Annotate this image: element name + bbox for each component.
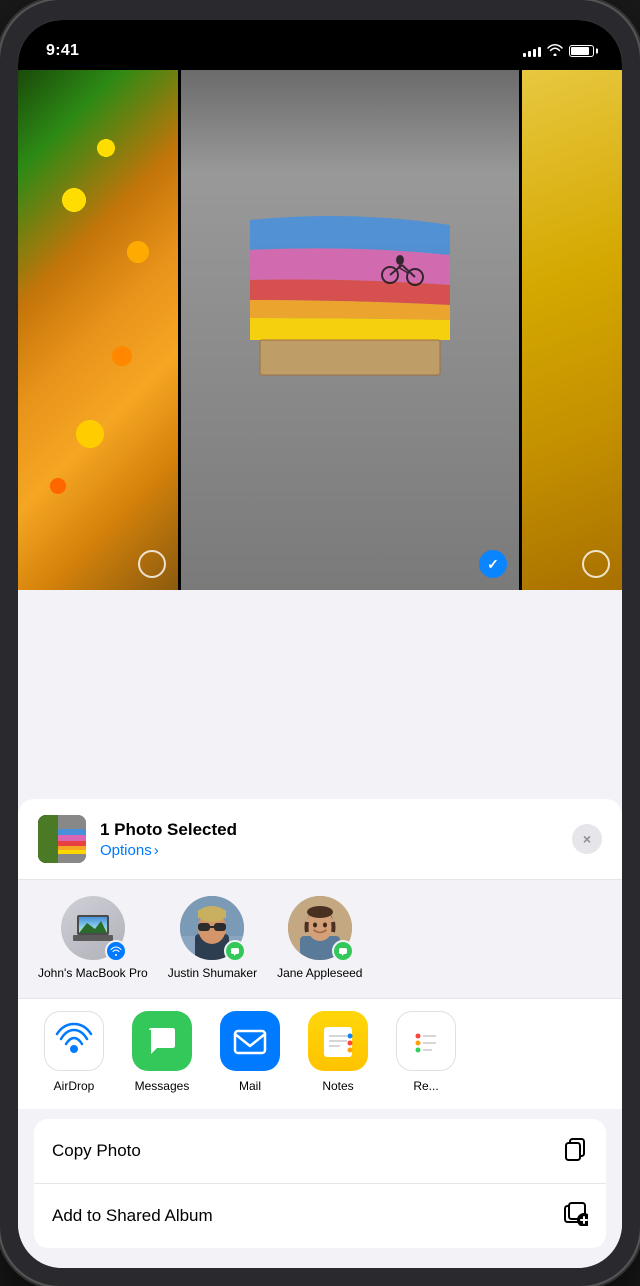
mail-icon bbox=[220, 1011, 280, 1071]
people-row: John's MacBook Pro bbox=[18, 880, 622, 998]
photo-selection-circle-3[interactable] bbox=[582, 550, 610, 578]
battery-icon bbox=[569, 45, 594, 57]
signal-icon bbox=[523, 45, 541, 57]
person-john[interactable]: John's MacBook Pro bbox=[38, 896, 148, 982]
app-label-reminders: Re... bbox=[413, 1079, 438, 1093]
share-header: 1 Photo Selected Options › × bbox=[18, 799, 622, 880]
airdrop-badge bbox=[105, 940, 127, 962]
phone-frame: 9:41 bbox=[0, 0, 640, 1286]
macbook-icon bbox=[73, 913, 113, 943]
person-avatar-john bbox=[61, 896, 125, 960]
add-album-row[interactable]: Add to Shared Album bbox=[34, 1184, 606, 1248]
person-avatar-jane bbox=[288, 896, 352, 960]
photos-row: ✓ bbox=[18, 70, 622, 590]
photo-flowers[interactable] bbox=[18, 70, 178, 590]
checkmark-icon: ✓ bbox=[487, 556, 499, 573]
messages-icon bbox=[132, 1011, 192, 1071]
person-name-jane: Jane Appleseed bbox=[277, 966, 362, 982]
app-notes[interactable]: Notes bbox=[302, 1011, 374, 1093]
phone-screen: 9:41 bbox=[18, 20, 622, 1268]
add-album-icon bbox=[562, 1200, 588, 1232]
airdrop-icon bbox=[44, 1011, 104, 1071]
share-thumbnail bbox=[38, 815, 86, 863]
graffiti-art bbox=[240, 200, 460, 380]
imessage-badge-jane bbox=[332, 940, 354, 962]
wifi-icon bbox=[547, 44, 563, 59]
app-label-mail: Mail bbox=[239, 1079, 261, 1093]
status-icons bbox=[523, 44, 594, 59]
person-justin[interactable]: Justin Shumaker bbox=[168, 896, 257, 982]
app-messages[interactable]: Messages bbox=[126, 1011, 198, 1093]
share-title: 1 Photo Selected bbox=[100, 820, 558, 840]
copy-icon bbox=[562, 1135, 588, 1167]
person-jane[interactable]: Jane Appleseed bbox=[277, 896, 362, 982]
share-sheet: 1 Photo Selected Options › × bbox=[18, 799, 622, 1268]
app-reminders[interactable]: Re... bbox=[390, 1011, 462, 1093]
action-section: Copy Photo Add to Shared Album bbox=[34, 1119, 606, 1248]
photos-background: ✓ bbox=[18, 70, 622, 590]
photo-graffiti[interactable]: ✓ bbox=[181, 70, 519, 590]
imessage-badge-justin bbox=[224, 940, 246, 962]
photo-selection-circle-1[interactable] bbox=[138, 550, 166, 578]
photo-selection-circle-2[interactable]: ✓ bbox=[479, 550, 507, 578]
notes-icon bbox=[308, 1011, 368, 1071]
app-airdrop[interactable]: AirDrop bbox=[38, 1011, 110, 1093]
close-button[interactable]: × bbox=[572, 824, 602, 854]
reminders-icon bbox=[396, 1011, 456, 1071]
person-avatar-justin bbox=[180, 896, 244, 960]
copy-photo-row[interactable]: Copy Photo bbox=[34, 1119, 606, 1184]
photo-yellow[interactable] bbox=[522, 70, 622, 590]
copy-photo-label: Copy Photo bbox=[52, 1141, 141, 1161]
person-name-justin: Justin Shumaker bbox=[168, 966, 257, 982]
app-label-messages: Messages bbox=[135, 1079, 190, 1093]
person-name-john: John's MacBook Pro bbox=[38, 966, 148, 982]
app-label-notes: Notes bbox=[322, 1079, 353, 1093]
share-options-button[interactable]: Options › bbox=[100, 842, 558, 859]
notch bbox=[250, 20, 390, 48]
close-icon: × bbox=[583, 831, 591, 847]
app-label-airdrop: AirDrop bbox=[54, 1079, 95, 1093]
status-time: 9:41 bbox=[46, 42, 79, 60]
share-title-area: 1 Photo Selected Options › bbox=[100, 820, 558, 859]
app-row: AirDrop Messages bbox=[18, 998, 622, 1109]
add-album-label: Add to Shared Album bbox=[52, 1206, 213, 1226]
app-mail[interactable]: Mail bbox=[214, 1011, 286, 1093]
